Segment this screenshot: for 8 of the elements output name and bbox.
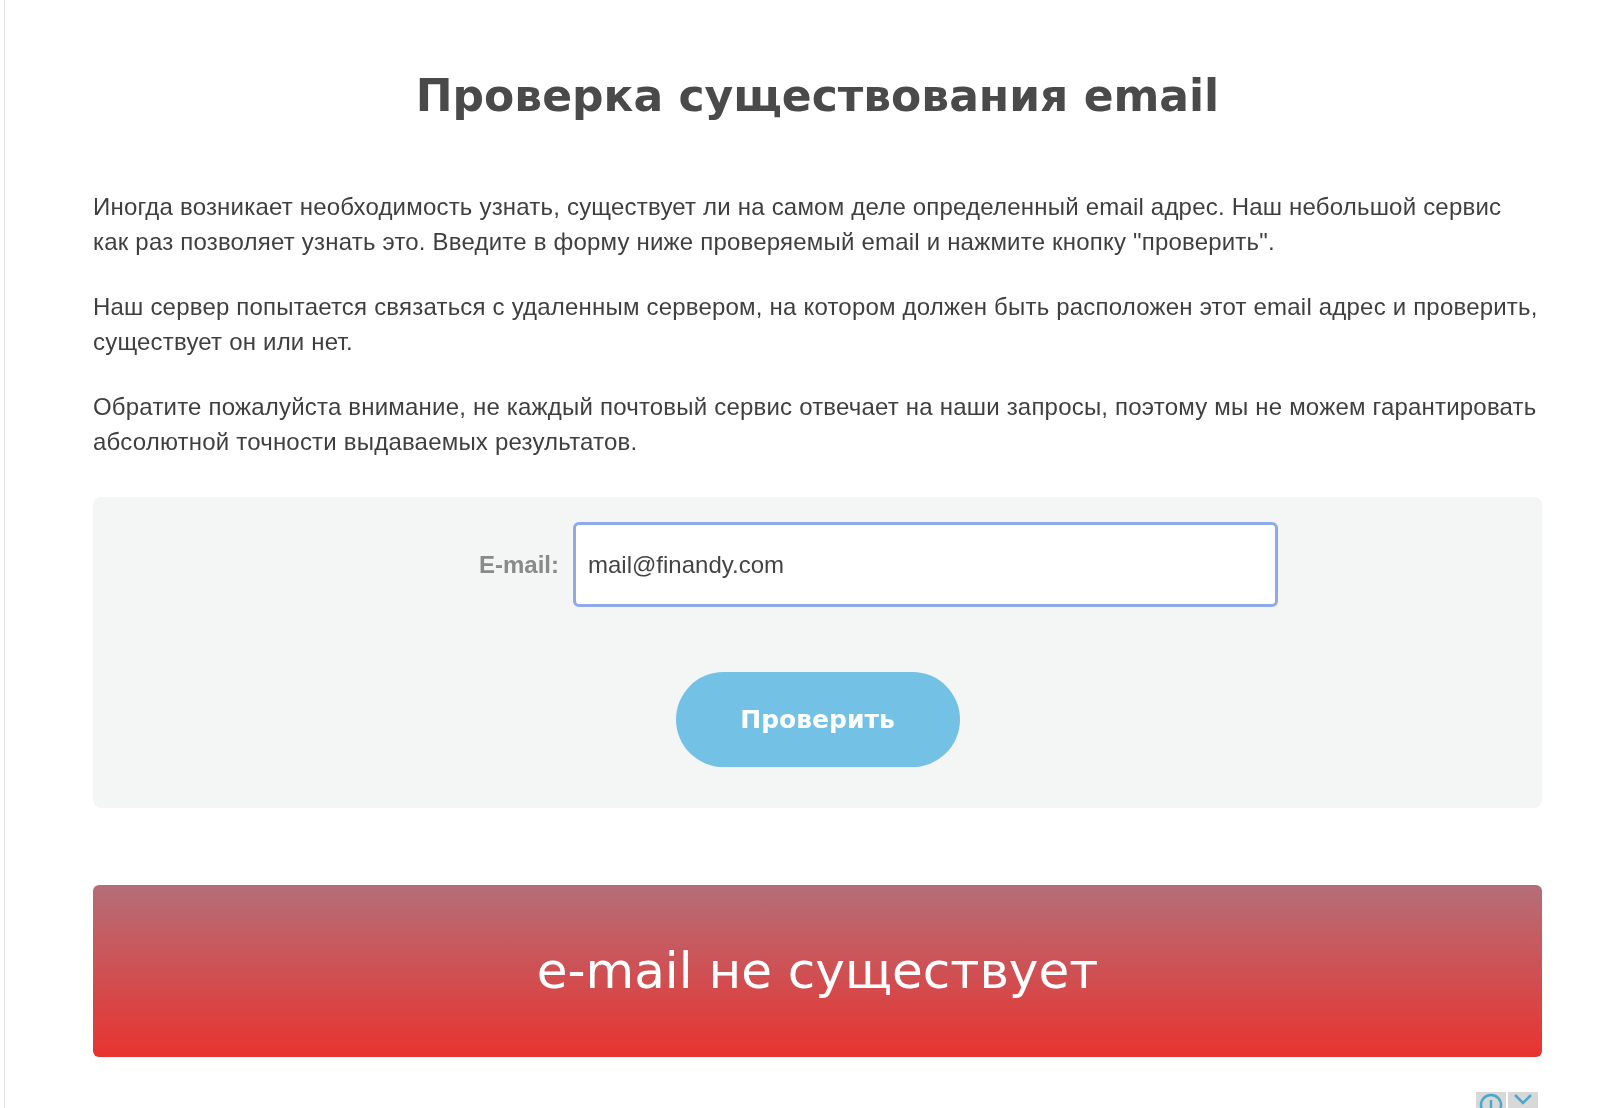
paragraph: Обратите пожалуйста внимание, не каждый почтовый сервис отвечает на наши запросы, поэтому мы не можем гарантировать абсолютной точности выдаваемых результатов. <box>93 392 1538 457</box>
paragraph: Иногда возникает необходимость узнать, существует ли на самом деле определенный email адрес. Наш небольшой сервис как раз позволяет узнать это. Введите в форму ниже проверяемый email и нажмите кнопку "проверить". <box>93 192 1503 257</box>
result-text: e-mail не существует <box>536 942 1099 1000</box>
page-title: Проверка существования email <box>414 70 1221 121</box>
paragraph: Наш сервер попытается связаться с удаленным сервером, на котором должен быть расположен этот email адрес и проверить, существует он или нет. <box>93 292 1539 357</box>
email-label: E-mail: <box>479 550 559 579</box>
info-icon[interactable] <box>1476 1092 1506 1108</box>
email-input[interactable]: mail@finandy.com <box>573 522 1278 607</box>
